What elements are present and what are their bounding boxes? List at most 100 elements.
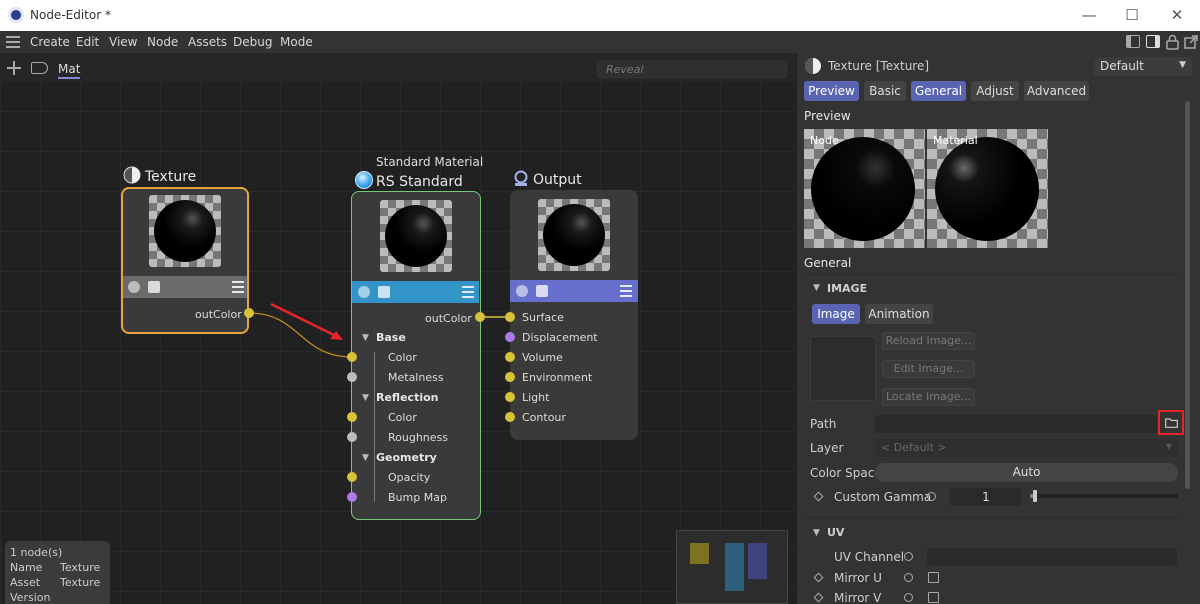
geometry-bumpmap-label: Bump Map (388, 491, 447, 504)
divider (804, 274, 1180, 275)
opacity-port[interactable] (347, 472, 357, 482)
maximize-button[interactable]: ☐ (1115, 4, 1149, 26)
displacement-port[interactable] (505, 332, 515, 342)
tab-image[interactable]: Image (812, 304, 860, 324)
edit-image-button[interactable]: Edit Image... (882, 360, 975, 378)
contour-port[interactable] (505, 412, 515, 422)
info-key: Name (10, 561, 43, 574)
divider (804, 517, 1180, 518)
volume-port[interactable] (505, 352, 515, 362)
node-menu-icon[interactable] (462, 286, 474, 298)
surface-port[interactable] (505, 312, 515, 322)
preview-section-title: Preview (804, 109, 851, 123)
layout-right-icon[interactable] (1146, 35, 1160, 48)
layer-dropdown[interactable]: < Default > ▼ (875, 439, 1178, 457)
reflection-color-label: Color (388, 411, 417, 424)
path-label: Path (810, 417, 837, 431)
base-color-port[interactable] (347, 352, 357, 362)
minimize-button[interactable]: — (1072, 4, 1106, 26)
chevron-down-icon[interactable]: ▼ (362, 333, 369, 343)
node-preview-image: Node (804, 129, 925, 248)
tab-preview[interactable]: Preview (804, 81, 859, 101)
tab-adjust[interactable]: Adjust (971, 81, 1019, 101)
node-count: 1 node(s) (10, 546, 63, 559)
animate-radio-icon[interactable] (904, 552, 913, 561)
surface-label: Surface (522, 311, 564, 324)
roughness-port[interactable] (347, 432, 357, 442)
animate-radio-icon[interactable] (904, 573, 913, 582)
lock-icon[interactable] (1166, 34, 1179, 50)
path-input[interactable] (875, 415, 1157, 433)
info-key: Asset (10, 576, 41, 589)
tab-basic[interactable]: Basic (864, 81, 906, 101)
reflection-roughness-label: Roughness (388, 431, 449, 444)
reload-image-button[interactable]: Reload Image... (882, 332, 975, 350)
minimap-output-node (748, 543, 767, 579)
image-section-title: IMAGE (827, 282, 868, 295)
group-base-label: Base (376, 331, 406, 344)
environment-port[interactable] (505, 372, 515, 382)
preset-dropdown[interactable]: Default ▼ (1094, 57, 1192, 76)
material-preview-image: Material (927, 129, 1048, 248)
base-color-label: Color (388, 351, 417, 364)
standard-output-label: outColor (425, 312, 472, 325)
bumpmap-port[interactable] (347, 492, 357, 502)
custom-gamma-input[interactable]: 1 (950, 488, 1022, 506)
texture-outcolor-port[interactable] (244, 308, 254, 318)
displacement-label: Displacement (522, 331, 598, 344)
texture-node-title: Texture (145, 169, 197, 185)
light-port[interactable] (505, 392, 515, 402)
graph-minimap[interactable] (676, 530, 788, 604)
panel-scrollbar[interactable] (1185, 101, 1190, 489)
texture-output-label: outColor (195, 308, 242, 321)
node-menu-icon[interactable] (232, 281, 244, 293)
locate-image-button[interactable]: Locate Image... (882, 388, 975, 406)
animate-radio-icon[interactable] (904, 593, 913, 602)
node-info-box: 1 node(s) Name Texture Asset Texture Versi… (5, 541, 110, 604)
chevron-down-icon[interactable]: ▼ (813, 283, 820, 293)
popout-icon[interactable] (1184, 35, 1198, 49)
output-node-title: Output (533, 172, 582, 188)
node-menu-icon[interactable] (620, 285, 632, 297)
tab-advanced[interactable]: Advanced (1024, 81, 1089, 101)
uv-channel-input[interactable] (927, 548, 1177, 566)
slider-thumb[interactable] (1033, 490, 1037, 502)
texture-node[interactable]: outColor (121, 187, 249, 334)
layout-left-icon[interactable] (1126, 35, 1140, 48)
uv-channel-label: UV Channel (834, 550, 905, 564)
standard-node-strip (352, 281, 479, 303)
layer-label: Layer (810, 441, 844, 455)
minimap-standard-node (725, 543, 744, 591)
environment-label: Environment (522, 371, 593, 384)
custom-gamma-slider[interactable] (1030, 490, 1178, 502)
output-node-icon (514, 170, 528, 186)
texture-node-strip (123, 276, 247, 298)
metalness-port[interactable] (347, 372, 357, 382)
animate-radio-icon[interactable] (927, 492, 936, 501)
geometry-opacity-label: Opacity (388, 471, 431, 484)
mirror-v-checkbox[interactable] (928, 592, 939, 603)
minimap-texture-node (690, 543, 709, 564)
image-icon (148, 281, 160, 293)
standard-node-subtitle: Standard Material (376, 155, 484, 169)
mirror-u-checkbox[interactable] (928, 572, 939, 583)
tab-general[interactable]: General (911, 81, 966, 101)
contour-label: Contour (522, 411, 566, 424)
standard-node-title: RS Standard (376, 174, 463, 190)
dollar-icon (516, 285, 528, 297)
reflection-color-port[interactable] (347, 412, 357, 422)
mirror-v-label: Mirror V (834, 591, 882, 604)
info-key: Version (10, 591, 51, 604)
standard-outcolor-port[interactable] (475, 312, 485, 322)
color-space-dropdown[interactable]: Auto (875, 463, 1178, 482)
light-label: Light (522, 391, 550, 404)
chevron-down-icon[interactable]: ▼ (362, 453, 369, 463)
chevron-down-icon[interactable]: ▼ (813, 528, 820, 538)
tab-animation[interactable]: Animation (865, 304, 933, 324)
base-metalness-label: Metalness (388, 371, 444, 384)
mirror-u-label: Mirror U (834, 571, 882, 585)
info-value: Texture (60, 576, 101, 589)
browse-folder-button[interactable] (1158, 410, 1184, 435)
close-button[interactable]: ✕ (1160, 4, 1194, 26)
chevron-down-icon[interactable]: ▼ (362, 393, 369, 403)
